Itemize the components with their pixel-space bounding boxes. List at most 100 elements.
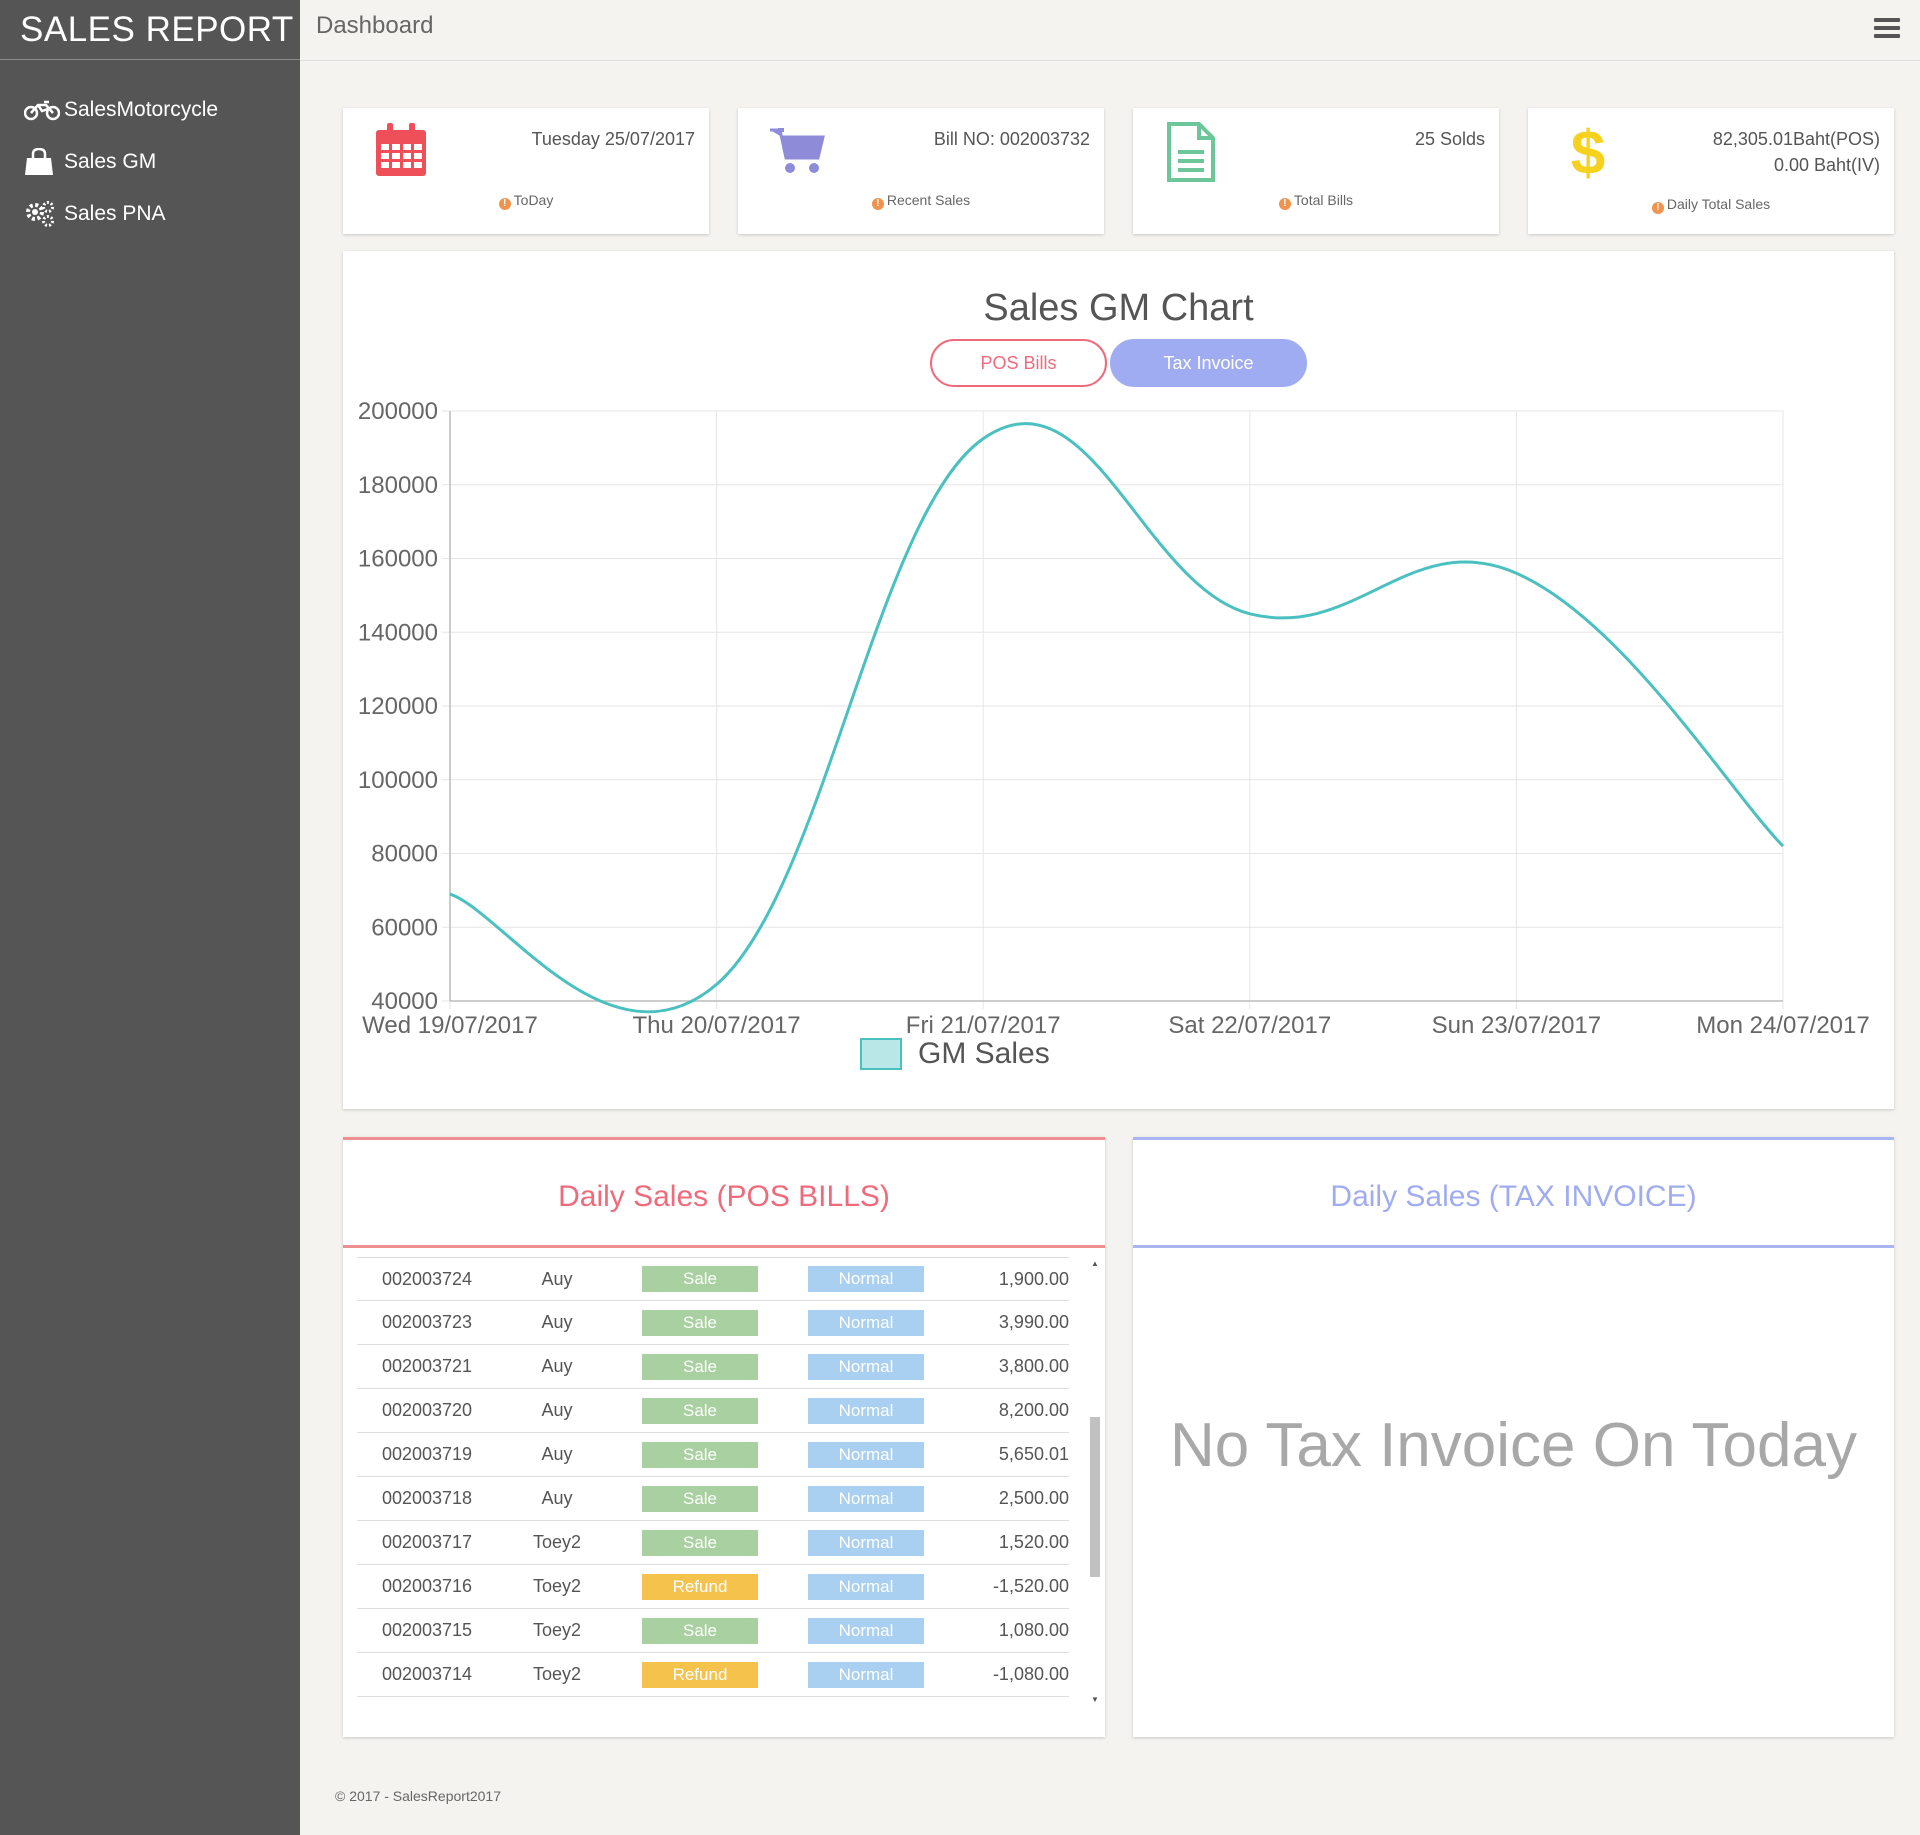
y-tick-label: 120000 <box>358 693 438 720</box>
type-cell: Sale <box>617 1441 783 1468</box>
user-cell: Toey2 <box>532 1576 582 1596</box>
line-chart: 40000 60000 80000 100000 120000 140000 160000 1… <box>358 398 1870 1070</box>
status-cell-badge: Normal <box>808 1266 924 1292</box>
type-cell-badge: Sale <box>642 1485 758 1512</box>
series-line-gm-sales <box>449 422 1785 1014</box>
amount-cell: 8,200.00 <box>998 1400 1069 1420</box>
status-cell: Normal <box>783 1309 949 1336</box>
bill-number-cell: 002003723 <box>381 1312 473 1332</box>
pos-bills-table: 002003724 Auy Sale Normal 1,900.00 002003723 A… <box>357 1257 1069 1697</box>
x-tick-label: Fri 21/07/2017 <box>906 1012 1061 1039</box>
x-tick-label: Sun 23/07/2017 <box>1432 1012 1602 1039</box>
info-icon: ! <box>1651 202 1664 214</box>
sidebar-nav: SalesMotorcycle Sales GM Sales PNA <box>0 60 300 240</box>
status-cell: Normal <box>783 1353 949 1380</box>
table-row[interactable]: 002003723 Auy Sale Normal 3,990.00 <box>357 1301 1069 1345</box>
user-cell: Auy <box>541 1356 573 1376</box>
panel-title: Daily Sales (POS BILLS) <box>558 1180 890 1213</box>
status-cell: Normal <box>783 1397 949 1424</box>
status-cell: Normal <box>783 1573 949 1600</box>
stat-footer: ! ToDay <box>343 192 709 210</box>
calendar-icon <box>373 122 433 182</box>
user-cell: Auy <box>541 1444 573 1464</box>
bill-number-cell: 002003714 <box>381 1664 473 1684</box>
type-cell: Sale <box>617 1617 783 1644</box>
empty-message: No Tax Invoice On Today <box>1170 1411 1857 1480</box>
legend-swatch <box>860 1038 902 1070</box>
amount-cell: 1,900.00 <box>998 1268 1069 1289</box>
table-row[interactable]: 002003718 Auy Sale Normal 2,500.00 <box>357 1477 1069 1521</box>
y-tick-label: 60000 <box>371 914 438 941</box>
sidebar-item-sales-gm[interactable]: Sales GM <box>0 136 300 188</box>
bill-number-cell: 002003716 <box>381 1576 473 1596</box>
user-cell: Auy <box>541 1400 573 1420</box>
daily-sales-pos-panel: Daily Sales (POS BILLS) 002003724 Auy Sale… <box>343 1137 1105 1737</box>
motorcycle-icon <box>24 95 64 125</box>
table-row[interactable]: 002003717 Toey2 Sale Normal 1,520.00 <box>357 1521 1069 1565</box>
hamburger-icon[interactable] <box>1874 18 1900 40</box>
sidebar-item-label: Sales PNA <box>64 202 166 225</box>
footer: © 2017 - SalesReport2017 <box>335 1788 501 1804</box>
sidebar-item-salesmotorcycle[interactable]: SalesMotorcycle <box>0 84 300 136</box>
table-row[interactable]: 002003721 Auy Sale Normal 3,800.00 <box>357 1345 1069 1389</box>
status-cell-badge: Normal <box>808 1661 924 1688</box>
gears-icon <box>24 199 64 229</box>
scroll-down-icon[interactable]: ▼ <box>1090 1695 1100 1705</box>
table-row[interactable]: 002003715 Toey2 Sale Normal 1,080.00 <box>357 1609 1069 1653</box>
brand[interactable]: SALES REPORT <box>0 0 300 60</box>
user-cell: Toey2 <box>532 1532 582 1552</box>
table-row[interactable]: 002003724 Auy Sale Normal 1,900.00 <box>357 1257 1069 1301</box>
type-cell: Sale <box>617 1353 783 1380</box>
dollar-icon: $ <box>1568 119 1628 188</box>
type-cell-badge: Sale <box>642 1397 758 1424</box>
type-cell-badge: Sale <box>642 1617 758 1644</box>
amount-cell: 1,080.00 <box>998 1620 1069 1640</box>
scrollbar-thumb[interactable] <box>1090 1417 1100 1577</box>
table-row[interactable]: 002003716 Toey2 Refund Normal -1,520.00 <box>357 1565 1069 1609</box>
stat-footer: ! Daily Total Sales <box>1528 196 1894 214</box>
user-cell: Auy <box>541 1268 573 1289</box>
sidebar-item-label: Sales GM <box>64 150 157 173</box>
document-icon <box>1163 122 1223 182</box>
type-cell-badge: Sale <box>642 1309 758 1336</box>
chart-card: Sales GM Chart POS Bills Tax Invoice 400… <box>343 251 1894 1109</box>
stat-value: Tuesday 25/07/2017 <box>531 129 695 149</box>
bill-number-cell: 002003715 <box>381 1620 473 1640</box>
bill-number-cell: 002003718 <box>381 1488 473 1508</box>
stat-value: 25 Solds <box>1414 129 1485 149</box>
sidebar-item-sales-pna[interactable]: Sales PNA <box>0 188 300 240</box>
type-cell: Sale <box>617 1266 783 1292</box>
shopping-cart-icon <box>768 122 828 182</box>
amount-cell: -1,520.00 <box>992 1576 1069 1596</box>
stat-value-pos: 82,305.01Baht(POS) <box>1712 129 1880 149</box>
type-cell-badge: Refund <box>642 1661 758 1688</box>
type-cell: Sale <box>617 1309 783 1336</box>
status-cell-badge: Normal <box>808 1617 924 1644</box>
x-tick-label: Wed 19/07/2017 <box>362 1012 538 1039</box>
amount-cell: 1,520.00 <box>998 1532 1069 1552</box>
x-tick-label: Thu 20/07/2017 <box>633 1012 801 1039</box>
brand-title[interactable]: SALES REPORT <box>20 10 294 50</box>
y-tick-label: 40000 <box>371 988 438 1015</box>
panel-title: Daily Sales (TAX INVOICE) <box>1330 1180 1697 1213</box>
status-cell-badge: Normal <box>808 1573 924 1600</box>
legend-label: GM Sales <box>918 1037 1050 1070</box>
type-cell-badge: Sale <box>642 1353 758 1380</box>
scrollbar[interactable]: ▲ ▼ <box>1087 1257 1101 1705</box>
type-cell: Refund <box>617 1573 783 1600</box>
table-row[interactable]: 002003720 Auy Sale Normal 8,200.00 <box>357 1389 1069 1433</box>
scroll-up-icon[interactable]: ▲ <box>1090 1259 1100 1269</box>
table-row[interactable]: 002003714 Toey2 Refund Normal -1,080.00 <box>357 1653 1069 1697</box>
stat-card-recent-sales: Bill NO: 002003732 ! Recent Sales <box>738 108 1104 234</box>
type-cell-badge: Sale <box>642 1529 758 1556</box>
user-cell: Auy <box>541 1312 573 1332</box>
bill-number-cell: 002003720 <box>381 1400 473 1420</box>
bill-number-cell: 002003721 <box>381 1356 473 1376</box>
status-cell: Normal <box>783 1661 949 1688</box>
amount-cell: 2,500.00 <box>998 1488 1069 1508</box>
status-cell-badge: Normal <box>808 1485 924 1512</box>
table-row[interactable]: 002003719 Auy Sale Normal 5,650.01 <box>357 1433 1069 1477</box>
amount-cell: -1,080.00 <box>992 1664 1069 1684</box>
type-cell: Refund <box>617 1661 783 1688</box>
type-cell-badge: Sale <box>642 1266 758 1292</box>
